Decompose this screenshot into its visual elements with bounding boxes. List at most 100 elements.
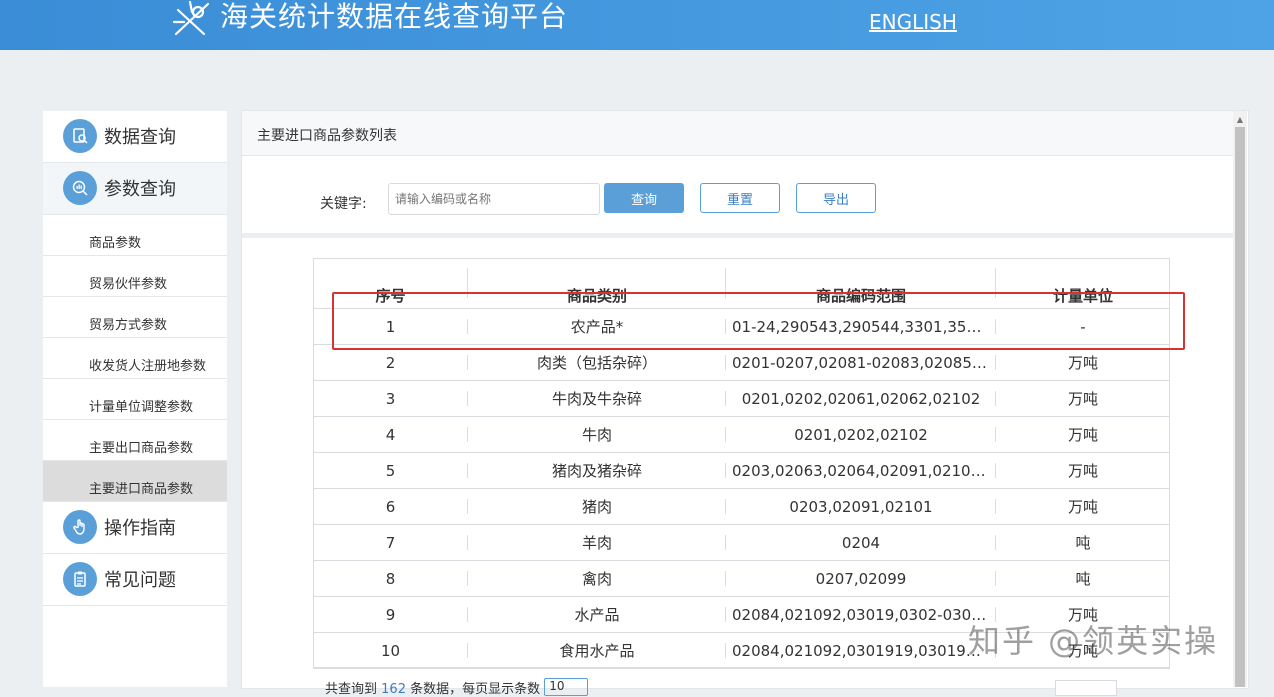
panel-header: 主要进口商品参数列表 — [242, 111, 1234, 156]
column-header-index[interactable]: 序号 — [313, 258, 468, 309]
scroll-up-arrow-icon[interactable]: ▲ — [1233, 111, 1247, 127]
sidebar-subitem-main-export-params[interactable]: 主要出口商品参数 — [43, 420, 227, 461]
sidebar-subitem-goods-params[interactable]: 商品参数 — [43, 215, 227, 256]
reset-button[interactable]: 重置 — [700, 183, 780, 213]
table-row[interactable]: 1农产品*01-24,290543,290544,3301,3501,3502,… — [313, 308, 1170, 345]
column-header-code-range[interactable]: 商品编码范围 — [726, 258, 996, 309]
cell-category: 肉类（包括杂碎） — [468, 344, 726, 381]
export-button[interactable]: 导出 — [796, 183, 876, 213]
page-jump-input[interactable] — [1055, 680, 1117, 696]
sidebar-item-label: 常见问题 — [104, 570, 176, 591]
sidebar-item-data-query[interactable]: 数据查询 — [43, 111, 227, 163]
cell-category: 食用水产品 — [468, 632, 726, 669]
cell-category: 牛肉 — [468, 416, 726, 453]
cell-index: 8 — [313, 560, 468, 597]
table-row[interactable]: 4 牛肉 0201,0202,02102 万吨 — [313, 416, 1170, 453]
cell-code-range: 0203,02091,02101 — [726, 488, 996, 525]
cell-code-range: 02084,021092,0301919,0301929,0302 — [726, 632, 996, 669]
english-link[interactable]: ENGLISH — [869, 10, 957, 34]
sidebar-item-label: 参数查询 — [104, 179, 176, 200]
param-query-icon — [63, 171, 97, 205]
sidebar-subitem-label: 主要出口商品参数 — [89, 441, 194, 456]
zhihu-watermark: 知乎 @领英实操 — [968, 622, 1219, 660]
cell-category: 羊肉 — [468, 524, 726, 561]
sidebar-subitem-label: 贸易伙伴参数 — [89, 277, 168, 292]
total-count: 162 — [381, 682, 406, 697]
cell-code-range: 0203,02063,02064,02091,02101,05040 — [726, 452, 996, 489]
cell-code-range: 0204 — [726, 524, 996, 561]
cell-code-range: 0201,0202,02061,02062,02102 — [726, 380, 996, 417]
column-header-category[interactable]: 商品类别 — [468, 258, 726, 309]
sidebar-subitem-main-import-params[interactable]: 主要进口商品参数 — [43, 461, 227, 502]
sidebar: 数据查询 参数查询 商品参数 贸易伙伴参数 贸易方式参数 收发货人注册地参数 计… — [43, 111, 227, 687]
cell-category: 牛肉及牛杂碎 — [468, 380, 726, 417]
table-row[interactable]: 3 牛肉及牛杂碎 0201,0202,02061,02062,02102 万吨 — [313, 380, 1170, 417]
cell-category: 猪肉 — [468, 488, 726, 525]
table-row[interactable]: 6 猪肉 0203,02091,02101 万吨 — [313, 488, 1170, 525]
cell-index: 3 — [313, 380, 468, 417]
data-query-icon — [63, 119, 97, 153]
cell-unit: 吨 — [996, 560, 1170, 597]
sidebar-item-label: 操作指南 — [104, 518, 176, 539]
page-title: 主要进口商品参数列表 — [257, 128, 397, 144]
section-divider — [242, 233, 1234, 238]
sidebar-item-label: 数据查询 — [104, 127, 176, 148]
table-row[interactable]: 2 肉类（包括杂碎） 0201-0207,02081-02083,02085-020… — [313, 344, 1170, 381]
cell-unit: 万吨 — [996, 416, 1170, 453]
sidebar-subitem-label: 商品参数 — [89, 236, 142, 251]
cell-code-range: 0201,0202,02102 — [726, 416, 996, 453]
cell-index: 5 — [313, 452, 468, 489]
cell-code-range: 02084,021092,03019,0302-0308,1604 — [726, 596, 996, 633]
vertical-scrollbar[interactable]: ▲ — [1233, 111, 1247, 687]
cell-unit: 万吨 — [996, 344, 1170, 381]
cell-unit: - — [996, 308, 1170, 345]
cell-unit: 万吨 — [996, 452, 1170, 489]
sidebar-subitem-label: 主要进口商品参数 — [89, 482, 194, 497]
sidebar-item-faq[interactable]: 常见问题 — [43, 554, 227, 606]
keyword-input[interactable] — [388, 183, 600, 215]
total-prefix: 共查询到 — [325, 682, 378, 697]
cell-category: 禽肉 — [468, 560, 726, 597]
sidebar-subitem-label: 计量单位调整参数 — [89, 400, 194, 415]
cell-index: 4 — [313, 416, 468, 453]
scrollbar-thumb[interactable] — [1235, 127, 1245, 687]
sidebar-subitem-consignee-location-params[interactable]: 收发货人注册地参数 — [43, 338, 227, 379]
cell-index: 7 — [313, 524, 468, 561]
cell-code-range: 0201-0207,02081-02083,02085-02089 — [726, 344, 996, 381]
pagination-summary: 共查询到 162 条数据，每页显示条数 10 — [325, 678, 589, 697]
platform-title: 海关统计数据在线查询平台 — [220, 0, 569, 33]
page-size-select[interactable]: 10 — [544, 678, 589, 696]
cell-category: 农产品* — [468, 308, 726, 345]
customs-logo-icon — [170, 0, 214, 40]
cell-index: 9 — [313, 596, 468, 633]
cell-index: 1 — [313, 308, 468, 345]
table-row[interactable]: 5猪肉及猪杂碎0203,02063,02064,02091,02101,0504… — [313, 452, 1170, 489]
cell-unit: 万吨 — [996, 488, 1170, 525]
cell-unit: 吨 — [996, 524, 1170, 561]
sidebar-subitem-trade-mode-params[interactable]: 贸易方式参数 — [43, 297, 227, 338]
import-goods-table: 序号 商品类别 商品编码范围 计量单位 1 农产品* 01-24,290543,29… — [313, 258, 1170, 669]
cell-code-range: 0207,02099 — [726, 560, 996, 597]
cell-category: 水产品 — [468, 596, 726, 633]
total-middle: 条数据，每页显示条数 — [410, 682, 541, 697]
column-header-unit[interactable]: 计量单位 — [996, 258, 1170, 309]
sidebar-subitem-trade-partner-params[interactable]: 贸易伙伴参数 — [43, 256, 227, 297]
query-button[interactable]: 查询 — [604, 183, 684, 213]
table-header-row: 序号 商品类别 商品编码范围 计量单位 — [313, 258, 1170, 309]
sidebar-subitem-unit-adjust-params[interactable]: 计量单位调整参数 — [43, 379, 227, 420]
sidebar-item-guide[interactable]: 操作指南 — [43, 502, 227, 554]
top-banner: 海关统计数据在线查询平台 ENGLISH — [0, 0, 1274, 50]
keyword-label: 关键字: — [320, 196, 367, 212]
table-row[interactable]: 7 羊肉 0204 吨 — [313, 524, 1170, 561]
sidebar-subitem-label: 贸易方式参数 — [89, 318, 168, 333]
table-row[interactable]: 8 禽肉 0207,02099 吨 — [313, 560, 1170, 597]
cell-unit: 万吨 — [996, 380, 1170, 417]
main-panel: 主要进口商品参数列表 关键字: 查询 重置 导出 序号 商品类别 商品编码范围 … — [241, 110, 1249, 689]
cell-index: 6 — [313, 488, 468, 525]
clipboard-faq-icon — [63, 562, 97, 596]
cell-index: 10 — [313, 632, 468, 669]
sidebar-subitem-label: 收发货人注册地参数 — [89, 359, 207, 374]
cell-category: 猪肉及猪杂碎 — [468, 452, 726, 489]
cell-index: 2 — [313, 344, 468, 381]
sidebar-item-param-query[interactable]: 参数查询 — [43, 163, 227, 215]
